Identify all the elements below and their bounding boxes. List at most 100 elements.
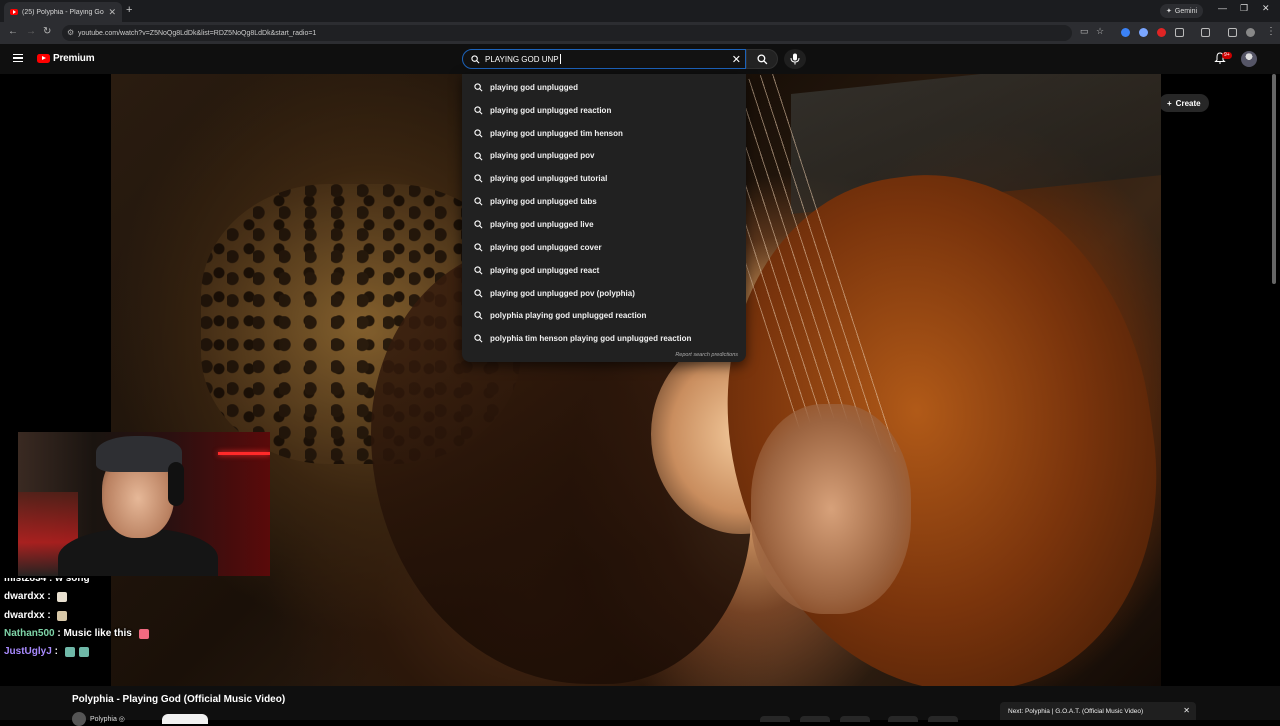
search-suggestion-item[interactable]: playing god unplugged tutorial xyxy=(462,167,746,190)
channel-info[interactable]: Polyphia ◎ xyxy=(72,712,125,726)
hamburger-menu-icon[interactable] xyxy=(13,54,23,62)
extensions-puzzle-icon[interactable] xyxy=(1175,28,1184,37)
voice-search-button[interactable] xyxy=(784,49,806,69)
extension-icon[interactable] xyxy=(1139,28,1148,37)
gemini-icon: ✦ xyxy=(1166,8,1172,15)
chat-message: JustUglyJ : xyxy=(4,646,89,657)
browser-menu-icon[interactable]: ⋮ xyxy=(1266,26,1276,37)
search-suggestion-text: polyphia playing god unplugged reaction xyxy=(490,311,647,321)
create-label: Create xyxy=(1175,98,1201,108)
channel-name[interactable]: Polyphia ◎ xyxy=(90,715,125,723)
search-icon xyxy=(474,83,483,92)
gemini-button[interactable]: ✦ Gemini xyxy=(1160,4,1204,18)
search-suggestion-item[interactable]: playing god unplugged reaction xyxy=(462,99,746,122)
address-bar[interactable]: ⚙ youtube.com/watch?v=Z5NoQg8LdDk&list=R… xyxy=(62,25,1072,41)
search-icon xyxy=(474,334,483,343)
tab-close-icon[interactable]: ✕ xyxy=(108,7,116,18)
search-suggestion-text: playing god unplugged pov (polyphia) xyxy=(490,288,635,298)
bookmark-star-icon[interactable]: ☆ xyxy=(1096,26,1104,37)
dislike-button[interactable] xyxy=(800,716,830,722)
chat-emote-icon xyxy=(57,610,68,621)
chat-emote-icon xyxy=(57,591,68,602)
browser-tab-active[interactable]: (25) Polyphia - Playing God (Offi ✕ xyxy=(4,2,122,22)
save-button[interactable] xyxy=(928,716,958,722)
search-icon xyxy=(471,55,480,64)
forward-arrow-icon[interactable]: → xyxy=(26,26,36,37)
downloads-icon[interactable] xyxy=(1228,28,1237,37)
chat-text: : xyxy=(44,591,54,602)
stream-chat-overlay: mistz834 : w song dwardxx : dwardxx : Nat… xyxy=(4,573,284,663)
chat-text: : xyxy=(44,610,54,621)
extension-icon[interactable] xyxy=(1121,28,1130,37)
search-suggestion-text: playing god unplugged xyxy=(490,82,578,92)
download-button[interactable] xyxy=(888,716,918,722)
chat-text: : w song xyxy=(46,573,90,584)
up-next-close-icon[interactable]: ✕ xyxy=(1183,706,1190,715)
chat-emote-icon xyxy=(138,628,149,639)
search-suggestions-dropdown: playing god unplugged playing god unplugg… xyxy=(462,74,746,362)
report-predictions-link[interactable]: Report search predictions xyxy=(675,352,738,358)
tab-title: (25) Polyphia - Playing God (Offi xyxy=(22,8,104,16)
search-icon xyxy=(474,197,483,206)
search-suggestion-item[interactable]: playing god unplugged tabs xyxy=(462,190,746,213)
share-button[interactable] xyxy=(840,716,870,722)
like-button[interactable] xyxy=(760,716,790,722)
sidebar-icon[interactable] xyxy=(1201,28,1210,37)
search-suggestion-text: playing god unplugged tutorial xyxy=(490,174,608,184)
browser-toolbar: ← → ↻ ⚙ youtube.com/watch?v=Z5NoQg8LdDk&… xyxy=(0,22,1280,44)
plus-icon: + xyxy=(1167,98,1172,108)
page-scrollbar[interactable] xyxy=(1272,74,1276,284)
up-next-label: Next: Polyphia | G.O.A.T. (Official Musi… xyxy=(1008,707,1144,715)
cast-icon[interactable]: ▭ xyxy=(1080,26,1089,37)
account-avatar[interactable] xyxy=(1241,51,1257,67)
new-tab-button[interactable]: + xyxy=(126,4,132,16)
search-suggestion-item[interactable]: playing god unplugged tim henson xyxy=(462,122,746,145)
video-title: Polyphia - Playing God (Official Music V… xyxy=(72,694,286,705)
youtube-logo-icon xyxy=(37,54,50,63)
clear-search-icon[interactable]: ✕ xyxy=(732,53,741,66)
search-suggestion-item[interactable]: playing god unplugged live xyxy=(462,213,746,236)
search-suggestion-item[interactable]: playing god unplugged react xyxy=(462,259,746,282)
search-suggestion-text: playing god unplugged cover xyxy=(490,242,602,252)
youtube-premium-logo[interactable]: Premium xyxy=(37,53,95,64)
search-suggestion-text: polyphia tim henson playing god unplugge… xyxy=(490,334,692,344)
search-icon xyxy=(474,174,483,183)
restore-button[interactable]: ❐ xyxy=(1240,3,1248,14)
search-suggestion-item[interactable]: playing god unplugged pov xyxy=(462,145,746,168)
webcam-led-strip xyxy=(218,452,270,455)
microphone-icon xyxy=(790,53,800,65)
chat-emote-icon xyxy=(64,646,75,657)
chat-username: mistz834 xyxy=(4,573,47,584)
search-suggestion-item[interactable]: polyphia playing god unplugged reaction xyxy=(462,304,746,327)
search-suggestion-item[interactable]: playing god unplugged pov (polyphia) xyxy=(462,282,746,305)
text-cursor xyxy=(559,54,561,64)
back-arrow-icon[interactable]: ← xyxy=(8,26,18,37)
minimize-button[interactable]: — xyxy=(1218,3,1227,13)
channel-avatar[interactable] xyxy=(72,712,86,726)
chat-username: Nathan500 xyxy=(4,628,55,639)
search-icon xyxy=(474,243,483,252)
chat-message: Nathan500 : Music like this xyxy=(4,628,149,639)
site-info-icon[interactable]: ⚙ xyxy=(67,28,74,37)
search-suggestion-text: playing god unplugged reaction xyxy=(490,105,612,115)
create-button[interactable]: + Create xyxy=(1159,94,1209,112)
search-icon xyxy=(474,220,483,229)
window-close-button[interactable]: ✕ xyxy=(1262,3,1270,14)
up-next-card[interactable]: Next: Polyphia | G.O.A.T. (Official Musi… xyxy=(1000,702,1196,720)
chat-text: : xyxy=(51,646,61,657)
search-suggestion-item[interactable]: playing god unplugged cover xyxy=(462,236,746,259)
logo-text: Premium xyxy=(53,53,95,64)
search-button[interactable] xyxy=(746,49,778,69)
search-input[interactable]: PLAYING GOD UNP ✕ xyxy=(462,49,746,69)
search-icon xyxy=(474,129,483,138)
webcam-headset xyxy=(168,462,184,506)
search-suggestion-text: playing god unplugged live xyxy=(490,219,594,229)
search-icon xyxy=(474,151,483,161)
profile-avatar[interactable] xyxy=(1246,28,1255,37)
search-suggestion-item[interactable]: playing god unplugged xyxy=(462,76,746,99)
search-suggestion-item[interactable]: polyphia tim henson playing god unplugge… xyxy=(462,327,746,350)
extension-icon[interactable] xyxy=(1157,28,1166,37)
search-suggestion-text: playing god unplugged tim henson xyxy=(490,128,623,138)
subscribe-button[interactable] xyxy=(162,714,208,724)
reload-icon[interactable]: ↻ xyxy=(43,26,51,37)
